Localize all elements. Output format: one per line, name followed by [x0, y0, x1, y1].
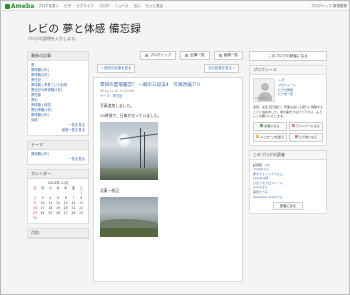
mail-icon: [256, 135, 260, 138]
profile-text: 性別：女性 自己紹介：何事も感じる通りに体験することに決めました。前の事をつなげ…: [253, 105, 323, 118]
nav-pigg-life[interactable]: ピグライフ: [76, 4, 94, 8]
tab-blog-top[interactable]: ブログトップ: [139, 51, 177, 60]
theme-more-link[interactable]: 一覧を見る: [31, 157, 85, 162]
avatar-caption: No Image: [255, 97, 268, 100]
entry-text-line: 10時頃で、日傘が太っていました。: [100, 113, 162, 118]
browser-page: Ameba ブログを書く ピグ ピグライフ ブログ ニュース 占い もっと見る …: [0, 0, 350, 295]
archive-heading: 月別: [28, 229, 88, 238]
entry-pager: « 前回の記事を見る 次の記事を見る »: [97, 64, 239, 73]
calendar-date: [54, 216, 62, 221]
home-icon: [144, 53, 148, 57]
become-reader-button[interactable]: このブログの読者になる: [249, 51, 327, 61]
calendar-date: [62, 216, 70, 221]
message-button[interactable]: メッセージを送る: [253, 132, 287, 142]
blog-entry: 零研の霊場露営？ 一端の三段法4 写真改編アリ 2014-11-15 13:33…: [93, 77, 243, 282]
calendar-date[interactable]: 30: [31, 216, 39, 221]
nav-write[interactable]: ブログを書く: [38, 4, 59, 8]
theme-heading: テーマ: [28, 141, 88, 150]
pigg-friend-button[interactable]: ピグ友になる: [289, 132, 323, 142]
list-icon: [185, 53, 189, 57]
nav-news[interactable]: ニュース: [115, 4, 129, 8]
archive-box: 月別: [27, 228, 89, 239]
tab-image-list[interactable]: 画像一覧: [213, 51, 243, 60]
ameba-logo[interactable]: Ameba: [5, 2, 34, 11]
tab-entry-list[interactable]: 記事一覧: [180, 51, 210, 60]
profile-buttons: 読者になる アメンバーになる メッセージを送る ピグ友になる: [253, 121, 323, 142]
nav-blog[interactable]: ブログ: [99, 4, 110, 8]
entry-photo-landscape[interactable]: [100, 197, 158, 237]
entries-latest-link[interactable]: 最新一覧を見る: [31, 128, 85, 133]
nav-more[interactable]: もっと見る: [146, 4, 164, 8]
image-icon: [218, 53, 222, 57]
next-entry-button[interactable]: 次の記事を見る »: [204, 64, 239, 73]
ameba-logo-icon: [5, 4, 10, 9]
readers-join-button[interactable]: 読者になる: [273, 202, 303, 211]
blog-title[interactable]: レビの 夢と体感 備忘録: [27, 21, 141, 36]
profile-link[interactable]: プロフィール: [278, 83, 296, 88]
amember-button[interactable]: アメンバーになる: [289, 121, 323, 131]
entry-theme[interactable]: テーマ：夢日記: [100, 94, 236, 99]
right-sidebar: このブログの読者になる プロフィール No Image レビ プロフィール ピグ…: [249, 51, 327, 218]
readers-box: このブログの読者 読者数：3人 miyabiさん 夢のマトリックスさん kira…: [249, 149, 327, 215]
top-right-links[interactable]: ブログトップ 新規登録: [311, 2, 347, 11]
calendar-box: カレンダー 2014年 11月 日月火水木金土 1 2 3 4 5 6 7 8 9 10 11 12 13…: [27, 169, 89, 224]
main-column: ブログトップ 記事一覧 画像一覧 « 前回の記事を見る 次の記事を見る » 零研…: [93, 51, 243, 282]
calendar-date: [70, 216, 78, 221]
profile-box: プロフィール No Image レビ プロフィール ピグの部屋 ピグ友一覧 性別…: [249, 65, 327, 146]
calendar-date[interactable]: 29: [77, 211, 85, 216]
calendar-date: [39, 216, 47, 221]
reader-item[interactable]: hamaoka_mamiさん: [253, 195, 323, 200]
blog-tabs: ブログトップ 記事一覧 画像一覧: [93, 51, 243, 60]
calendar-date: [46, 216, 54, 221]
entry-photo-sky[interactable]: [100, 122, 158, 180]
reader-button[interactable]: 読者になる: [253, 121, 287, 131]
top-navigation: ブログを書く ピグ ピグライフ ブログ ニュース 占い もっと見る: [38, 2, 167, 11]
prev-entry-button[interactable]: « 前回の記事を見る: [97, 64, 136, 73]
pigg-friends-link[interactable]: ピグ友一覧: [278, 92, 296, 97]
blog-description: ブログの説明を入力します。: [27, 36, 79, 41]
nav-pigg[interactable]: ピグ: [64, 4, 71, 8]
entry-text-line: 写真追加しました。: [100, 103, 135, 108]
calendar-heading: カレンダー: [28, 170, 88, 179]
amember-icon: [292, 124, 296, 127]
ameba-topbar: Ameba ブログを書く ピグ ピグライフ ブログ ニュース 占い もっと見る …: [2, 2, 349, 11]
entry-title[interactable]: 零研の霊場露営？ 一端の三段法4 写真改編アリ: [100, 82, 236, 89]
nav-fortune[interactable]: 占い: [133, 4, 140, 8]
calendar-grid: 日月火水木金土 1 2 3 4 5 6 7 8 9 10 11 12 13 14 15 16 17 18 19 20 21…: [31, 186, 85, 221]
avatar[interactable]: No Image: [253, 78, 275, 102]
recent-entries-heading: 最新の記事: [28, 52, 88, 61]
readers-heading: このブログの読者: [250, 150, 326, 160]
recent-entries-box: 最新の記事 夢 夢体験(1件) 夢体験(2件) 夢日記 夢体験 | 夢見ていた記…: [27, 51, 89, 136]
profile-heading: プロフィール: [250, 66, 326, 75]
pigg-icon: [294, 135, 298, 138]
left-sidebar: 最新の記事 夢 夢体験(1件) 夢体験(2件) 夢日記 夢体験 | 夢見ていた記…: [27, 51, 89, 243]
theme-box: テーマ 夢体験(1件) 一覧を見る: [27, 140, 89, 165]
entry-text-line: 北東一前辺: [100, 188, 119, 193]
